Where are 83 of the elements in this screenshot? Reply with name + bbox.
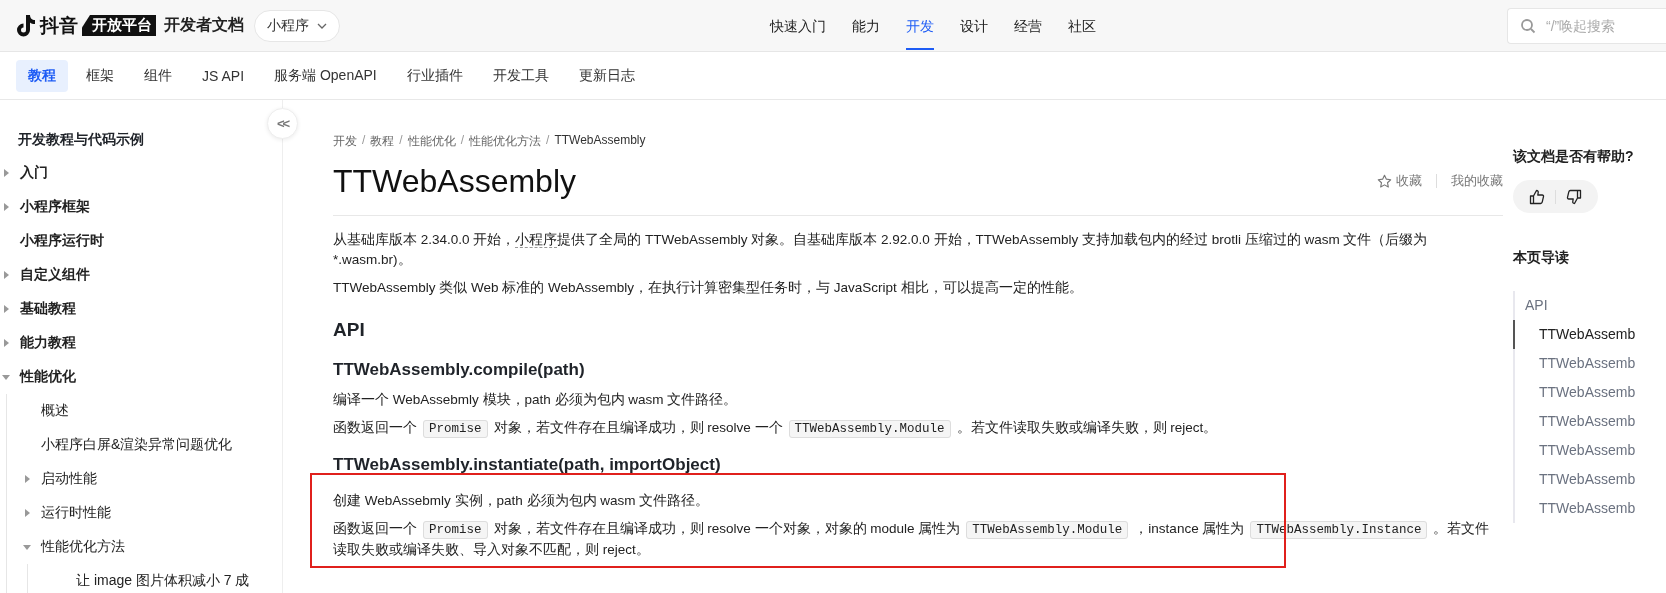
nav-link[interactable]: 社区 [1068, 0, 1096, 51]
term-link[interactable]: 小程序 [515, 232, 558, 248]
thumbs-down-icon[interactable] [1566, 188, 1582, 205]
breadcrumb-link[interactable]: 开发 [333, 133, 357, 151]
nav-link[interactable]: 经营 [1014, 0, 1042, 51]
sidebar-item[interactable]: 性能优化方法 [41, 538, 125, 556]
caret-right-icon[interactable] [2, 169, 10, 177]
method-heading: TTWebAssembly.instantiate(path, importObject) [333, 454, 722, 476]
nav-link[interactable]: 开发 [906, 2, 934, 50]
paragraph: 从基础库版本 2.34.0.0 开始，小程序提供了全局的 TTWebAssembly 对象。自基础库版本 2.92.0.0 开始，TTWebAssembly 支持加载包内的经过 brotli 压缩过的 wasm 文件（后缀为 *.wasm.br)。 [333, 231, 1429, 269]
toc-link[interactable]: TTWebAssemb [1513, 465, 1653, 494]
paragraph: 创建 WebAssebmly 实例，path 必须为包内 wasm 文件路径。 [333, 492, 711, 510]
nav-link[interactable]: 设计 [960, 0, 988, 51]
inline-code: TTWebAssembly.Module [966, 521, 1129, 539]
note-logo-icon [16, 14, 36, 37]
site-title[interactable]: 开发者文档 [164, 15, 244, 36]
breadcrumb-link[interactable]: 性能优化方法 [469, 133, 542, 151]
method-heading: TTWebAssembly.compile(path) [333, 359, 586, 381]
sidebar-item[interactable]: 让 image 图片体积减小 7 成 [76, 572, 250, 590]
tab[interactable]: 开发工具 [480, 59, 561, 92]
section-heading: API [333, 318, 366, 342]
caret-right-icon[interactable] [23, 509, 31, 517]
sidebar-item[interactable]: 性能优化 [20, 368, 76, 386]
breadcrumb-separator: / [546, 133, 550, 149]
nav-link[interactable]: 能力 [852, 0, 880, 51]
thumbs-up-icon[interactable] [1529, 188, 1545, 205]
caret-right-icon[interactable] [2, 203, 10, 211]
toc-link[interactable]: TTWebAssemb [1513, 320, 1653, 349]
page-title: TTWebAssembly [333, 162, 576, 201]
toc-link[interactable]: TTWebAssemb [1513, 494, 1653, 523]
toc-link[interactable]: TTWebAssemb [1513, 378, 1653, 407]
inline-code: TTWebAssembly.Module [788, 420, 951, 438]
breadcrumb-separator: / [399, 133, 403, 149]
sidebar-item[interactable]: 运行时性能 [41, 504, 111, 522]
caret-right-icon[interactable] [2, 305, 10, 313]
sidebar-item[interactable]: 基础教程 [20, 300, 76, 318]
search-icon [1520, 18, 1536, 34]
logo-badge[interactable]: 开放平台 [82, 15, 156, 36]
tab[interactable]: JS API [190, 60, 257, 91]
toc-link[interactable]: TTWebAssemb [1513, 407, 1653, 436]
toc-link[interactable]: TTWebAssemb [1513, 349, 1653, 378]
caret-right-icon[interactable] [2, 271, 10, 279]
toc-link[interactable]: TTWebAssemb [1513, 436, 1653, 465]
caret-right-icon[interactable] [23, 475, 31, 483]
caret-right-icon[interactable] [2, 339, 10, 347]
sidebar-item[interactable]: 概述 [41, 402, 69, 420]
my-favorites-link[interactable]: 我的收藏 [1451, 172, 1503, 190]
star-icon [1377, 173, 1392, 189]
toc-title: 本页导读 [1513, 249, 1570, 267]
tab[interactable]: 框架 [74, 59, 126, 92]
paragraph: 编译一个 WebAssebmly 模块，path 必须为包内 wasm 文件路径。 [333, 391, 739, 409]
favorite-button[interactable]: 收藏 [1377, 172, 1422, 190]
breadcrumb-link[interactable]: 教程 [370, 133, 395, 151]
breadcrumb-link[interactable]: 性能优化 [407, 133, 456, 151]
caret-down-icon[interactable] [2, 373, 10, 381]
feedback-title: 该文档是否有帮助? [1513, 148, 1635, 166]
paragraph: TTWebAssembly 类似 Web 标准的 WebAssembly，在执行计算密集型任务时，与 JavaScript 相比，可以提高一定的性能。 [333, 279, 1084, 297]
sidebar-item[interactable]: 能力教程 [20, 334, 76, 352]
tab[interactable]: 教程 [16, 59, 68, 92]
sidebar-item[interactable]: 小程序白屏&渲染异常问题优化 [41, 436, 233, 454]
logo-text[interactable]: 抖音 [40, 12, 78, 39]
sidebar-item[interactable]: 入门 [20, 164, 48, 182]
sidebar-item[interactable]: 自定义组件 [20, 266, 90, 284]
toc-link[interactable]: API [1513, 291, 1653, 320]
nav-link[interactable]: 快速入门 [770, 0, 826, 51]
collapse-button[interactable]: << [267, 108, 298, 139]
sidebar-heading: 开发教程与代码示例 [17, 130, 145, 149]
search-field[interactable]: “/”唤起搜索 [1507, 8, 1666, 44]
tab[interactable]: 更新日志 [566, 59, 647, 92]
caret-down-icon[interactable] [23, 543, 31, 551]
inline-code: Promise [423, 521, 488, 539]
breadcrumb-separator: / [362, 133, 366, 149]
tab[interactable]: 组件 [132, 59, 184, 92]
paragraph: 函数返回一个 Promise 对象，若文件存在且编译成功，则 resolve 一个 TTWebAssembly.Module 。若文件读取失败或编译失败，则 reject。 [333, 419, 1219, 439]
sidebar-item[interactable]: 小程序框架 [20, 198, 90, 216]
product-switch[interactable]: 小程序 [254, 9, 340, 42]
sidebar-item[interactable]: 小程序运行时 [20, 232, 104, 250]
breadcrumb-link[interactable]: TTWebAssembly [554, 133, 646, 151]
tab[interactable]: 服务端 OpenAPI [262, 59, 389, 92]
sidebar-item[interactable]: 启动性能 [41, 470, 97, 488]
breadcrumb-separator: / [460, 133, 465, 149]
tab[interactable]: 行业插件 [394, 59, 475, 92]
inline-code: Promise [423, 420, 488, 438]
